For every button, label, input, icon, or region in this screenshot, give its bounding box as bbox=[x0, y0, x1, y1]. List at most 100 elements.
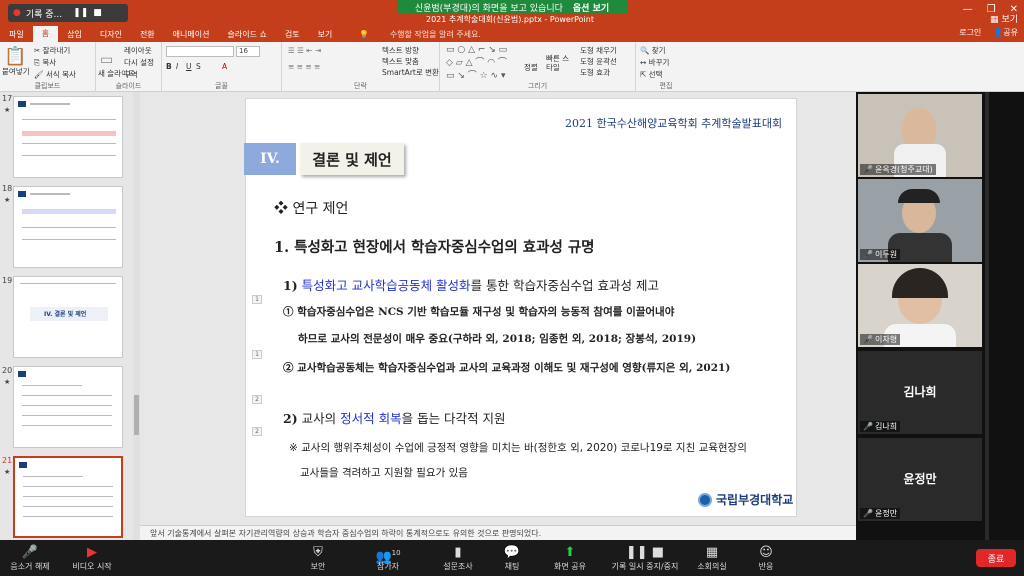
pause-stop-icon: ❚❚ ■ bbox=[625, 544, 665, 560]
recording-pill[interactable]: ● 기록 중... ❚❚ ■ bbox=[8, 4, 128, 22]
animation-marker[interactable]: 2 bbox=[252, 427, 262, 436]
font-size-field[interactable]: 16 bbox=[236, 46, 260, 57]
text-direction-button[interactable]: 텍스트 방향 bbox=[382, 45, 419, 56]
tell-me-search[interactable]: 💡 수행할 작업을 알려 주세요. bbox=[341, 29, 499, 40]
meeting-toolbar: 🎤 음소거 해제 ▶ 비디오 시작 ⛨ 보안 👥10 참가자 ▮ 설문조사 💬 … bbox=[0, 540, 1024, 576]
tabs-right: 로그인 👤공유 bbox=[959, 27, 1018, 38]
participant-tile[interactable]: 🎤 이두원 bbox=[858, 179, 982, 262]
new-slide-icon[interactable]: ▭ bbox=[100, 52, 113, 68]
participant-tile[interactable]: 🎤 이자형 bbox=[858, 264, 982, 347]
layout-button[interactable]: 레이아웃 bbox=[124, 45, 152, 56]
smartart-button[interactable]: SmartArt로 변환 bbox=[382, 67, 439, 78]
section-number-box: IV. bbox=[244, 143, 296, 175]
bullets-icon[interactable]: ☰ ☰ ⇤ ⇥ bbox=[288, 46, 321, 55]
animation-marker[interactable]: 1 bbox=[252, 350, 262, 359]
cut-button[interactable]: ✂ 잘라내기 bbox=[34, 45, 70, 56]
thumb-line bbox=[23, 496, 113, 497]
paste-icon[interactable]: 📋 bbox=[4, 46, 26, 67]
person-icon: 👤 bbox=[993, 28, 1004, 37]
slide-thumbnail-pane: 17 ★ 18 ★ 19 IV. 결론 및 제언 20 ★ 21 ★ bbox=[0, 92, 140, 540]
copy-button[interactable]: ⎘ 복사 bbox=[34, 57, 56, 68]
quick-styles-button[interactable]: 빠른 스타일 bbox=[546, 54, 572, 72]
stop-icon[interactable]: ■ bbox=[93, 8, 102, 18]
tab-review[interactable]: 검토 bbox=[276, 29, 309, 40]
align-icon[interactable]: ≡ ≡ ≡ ≡ bbox=[288, 62, 320, 71]
share-button[interactable]: 👤공유 bbox=[993, 27, 1018, 38]
thumbnail-scrollbar[interactable] bbox=[133, 92, 140, 540]
format-painter-button[interactable]: 🖌 서식 복사 bbox=[34, 69, 76, 80]
tab-slideshow[interactable]: 슬라이드 쇼 bbox=[218, 29, 275, 40]
reset-button[interactable]: 다시 설정 bbox=[124, 57, 154, 68]
slide-thumbnail-21[interactable] bbox=[13, 456, 123, 538]
muted-mic-icon: 🎤 bbox=[863, 335, 873, 344]
tab-insert[interactable]: 삽입 bbox=[58, 29, 91, 40]
replace-button[interactable]: ↔ 바꾸기 bbox=[640, 57, 669, 68]
breakout-rooms-button[interactable]: ▦ 소회의실 bbox=[682, 540, 742, 576]
view-button[interactable]: ▦ 보기 bbox=[990, 12, 1018, 25]
participant-tile[interactable]: 김나희 🎤 김나희 bbox=[858, 351, 982, 434]
thumb-line bbox=[30, 193, 70, 195]
tab-design[interactable]: 디자인 bbox=[91, 29, 131, 40]
participants-scrollbar[interactable] bbox=[985, 92, 989, 540]
shape-effects-button[interactable]: 도형 효과 bbox=[580, 67, 610, 78]
paste-button[interactable]: 붙여넣기 bbox=[2, 66, 30, 77]
participants-button[interactable]: 👥10 참가자 bbox=[358, 540, 418, 576]
tab-transitions[interactable]: 전환 bbox=[131, 29, 164, 40]
shape-fill-button[interactable]: 도형 채우기 bbox=[580, 45, 617, 56]
animation-marker[interactable]: 1 bbox=[252, 295, 262, 304]
minimize-icon[interactable]: — bbox=[963, 4, 973, 15]
slide-thumbnail-20[interactable] bbox=[13, 366, 123, 448]
section-button[interactable]: 구역 bbox=[124, 69, 138, 80]
thumb-line bbox=[20, 283, 116, 284]
shape-outline-button[interactable]: 도형 윤곽선 bbox=[580, 56, 617, 67]
slide-thumbnail-18[interactable] bbox=[13, 186, 123, 268]
align-text-button[interactable]: 텍스트 맞춤 bbox=[382, 56, 419, 67]
select-button[interactable]: ⇱ 선택 bbox=[640, 69, 662, 80]
thumb-line bbox=[22, 227, 116, 228]
end-meeting-button[interactable]: 종료 bbox=[976, 549, 1016, 567]
share-screen-icon: ⬆ bbox=[564, 544, 576, 560]
view-options-button[interactable]: 옵션 보기 bbox=[573, 1, 609, 14]
bold-icon[interactable]: B bbox=[166, 62, 172, 71]
speaker-notes[interactable]: 앞서 기술통계에서 살펴본 자기관리역량의 상승과 학습자 중심수업의 하락이 … bbox=[140, 525, 856, 540]
find-button[interactable]: 🔍 찾기 bbox=[640, 45, 666, 56]
underline-icon[interactable]: U bbox=[186, 62, 192, 71]
share-screen-button[interactable]: ⬆ 화면 공유 bbox=[540, 540, 600, 576]
thumbnail-scroll-thumb[interactable] bbox=[134, 395, 139, 435]
tab-home[interactable]: 홈 bbox=[32, 26, 59, 42]
participant-name: 이두원 bbox=[874, 250, 898, 259]
participant-name-tag: 🎤 이두원 bbox=[860, 249, 901, 260]
polls-button[interactable]: ▮ 설문조사 bbox=[428, 540, 488, 576]
point-1-item-1-line-1: ① 학습자중심수업은 NCS 기반 학습모듈 재구성 및 학습자의 능동적 참여… bbox=[283, 306, 675, 318]
start-video-button[interactable]: ▶ 비디오 시작 bbox=[62, 540, 122, 576]
thumb-title-bar bbox=[18, 101, 26, 107]
format-painter-label: 서식 복사 bbox=[45, 70, 76, 79]
chat-button[interactable]: 💬 채팅 bbox=[482, 540, 542, 576]
ribbon: 📋 붙여넣기 ✂ 잘라내기 ⎘ 복사 🖌 서식 복사 클립보드 ▭ 새 슬라이드… bbox=[0, 42, 1024, 92]
arrange-button[interactable]: 정렬 bbox=[524, 62, 538, 73]
security-label: 보안 bbox=[310, 561, 326, 571]
security-button[interactable]: ⛨ 보안 bbox=[288, 540, 348, 576]
slide-thumbnail-19[interactable]: IV. 결론 및 제언 bbox=[13, 276, 123, 358]
font-color-icon[interactable]: A bbox=[222, 62, 227, 71]
tab-animations[interactable]: 애니메이션 bbox=[164, 29, 219, 40]
pause-icon[interactable]: ❚❚ bbox=[73, 8, 88, 18]
italic-icon[interactable]: I bbox=[176, 62, 178, 71]
view-label: 보기 bbox=[1001, 15, 1018, 25]
shapes-gallery[interactable]: ▭ ○ △ ⌐ ↘ ▭ ◇ ▱ △ ⌒ ◠ ⌒ ▭ ↘ ⌒ ☆ ∿ ▾ bbox=[446, 45, 507, 81]
participant-tile[interactable]: 윤정만 🎤 윤정만 bbox=[858, 438, 982, 521]
tab-view[interactable]: 보기 bbox=[309, 29, 342, 40]
point-2-highlight: 정서적 회복 bbox=[340, 411, 402, 426]
unmute-button[interactable]: 🎤 음소거 해제 bbox=[0, 540, 60, 576]
point-1-number: 1) bbox=[283, 278, 298, 293]
participant-tile[interactable]: 🎤 윤옥경(청주교대) bbox=[858, 94, 982, 177]
shadow-icon[interactable]: S bbox=[196, 62, 201, 71]
login-link[interactable]: 로그인 bbox=[959, 27, 981, 38]
slide-thumbnail-17[interactable] bbox=[13, 96, 123, 178]
font-name-field[interactable] bbox=[166, 46, 234, 57]
pause-recording-button[interactable]: ❚❚ ■ 기록 일시 중지/중지 bbox=[603, 540, 687, 576]
tab-file[interactable]: 파일 bbox=[0, 29, 33, 40]
animation-marker[interactable]: 2 bbox=[252, 395, 262, 404]
reactions-button[interactable]: ☺ 반응 bbox=[736, 540, 796, 576]
video-off-icon: ▶ bbox=[87, 544, 97, 560]
